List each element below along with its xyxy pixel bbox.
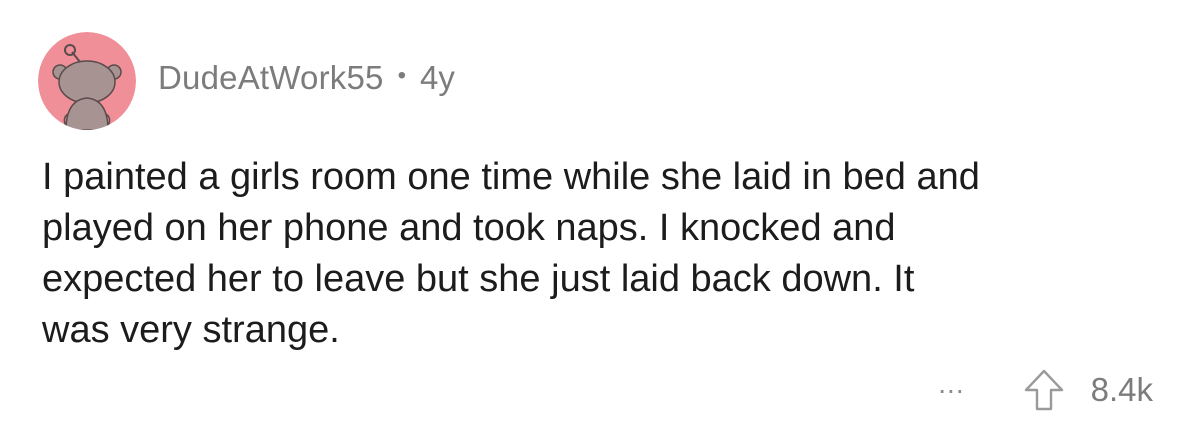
meta-separator: •: [397, 62, 406, 89]
snoo-avatar-icon: [38, 32, 136, 130]
comment-body-line: I painted a girls room one time while sh…: [42, 156, 980, 198]
comment-body-line: played on her phone and took naps. I kno…: [42, 207, 896, 249]
comment: DudeAtWork55 • 4y I painted a girls room…: [0, 0, 1179, 436]
more-options-button[interactable]: ...: [938, 368, 964, 400]
comment-body: I painted a girls room one time while sh…: [42, 152, 1142, 356]
comment-body-line: expected her to leave but she just laid …: [42, 258, 915, 300]
comment-header: DudeAtWork55 • 4y: [38, 32, 455, 130]
vote-score: 8.4k: [1090, 371, 1153, 408]
comment-meta: DudeAtWork55 • 4y: [158, 59, 455, 97]
avatar[interactable]: [38, 32, 136, 130]
comment-age: 4y: [419, 59, 455, 96]
comment-body-line: was very strange.: [42, 309, 340, 351]
upvote-arrow-icon[interactable]: [1023, 368, 1065, 412]
author-username[interactable]: DudeAtWork55: [158, 59, 384, 97]
comment-actions: ... 8.4k: [938, 365, 1153, 415]
